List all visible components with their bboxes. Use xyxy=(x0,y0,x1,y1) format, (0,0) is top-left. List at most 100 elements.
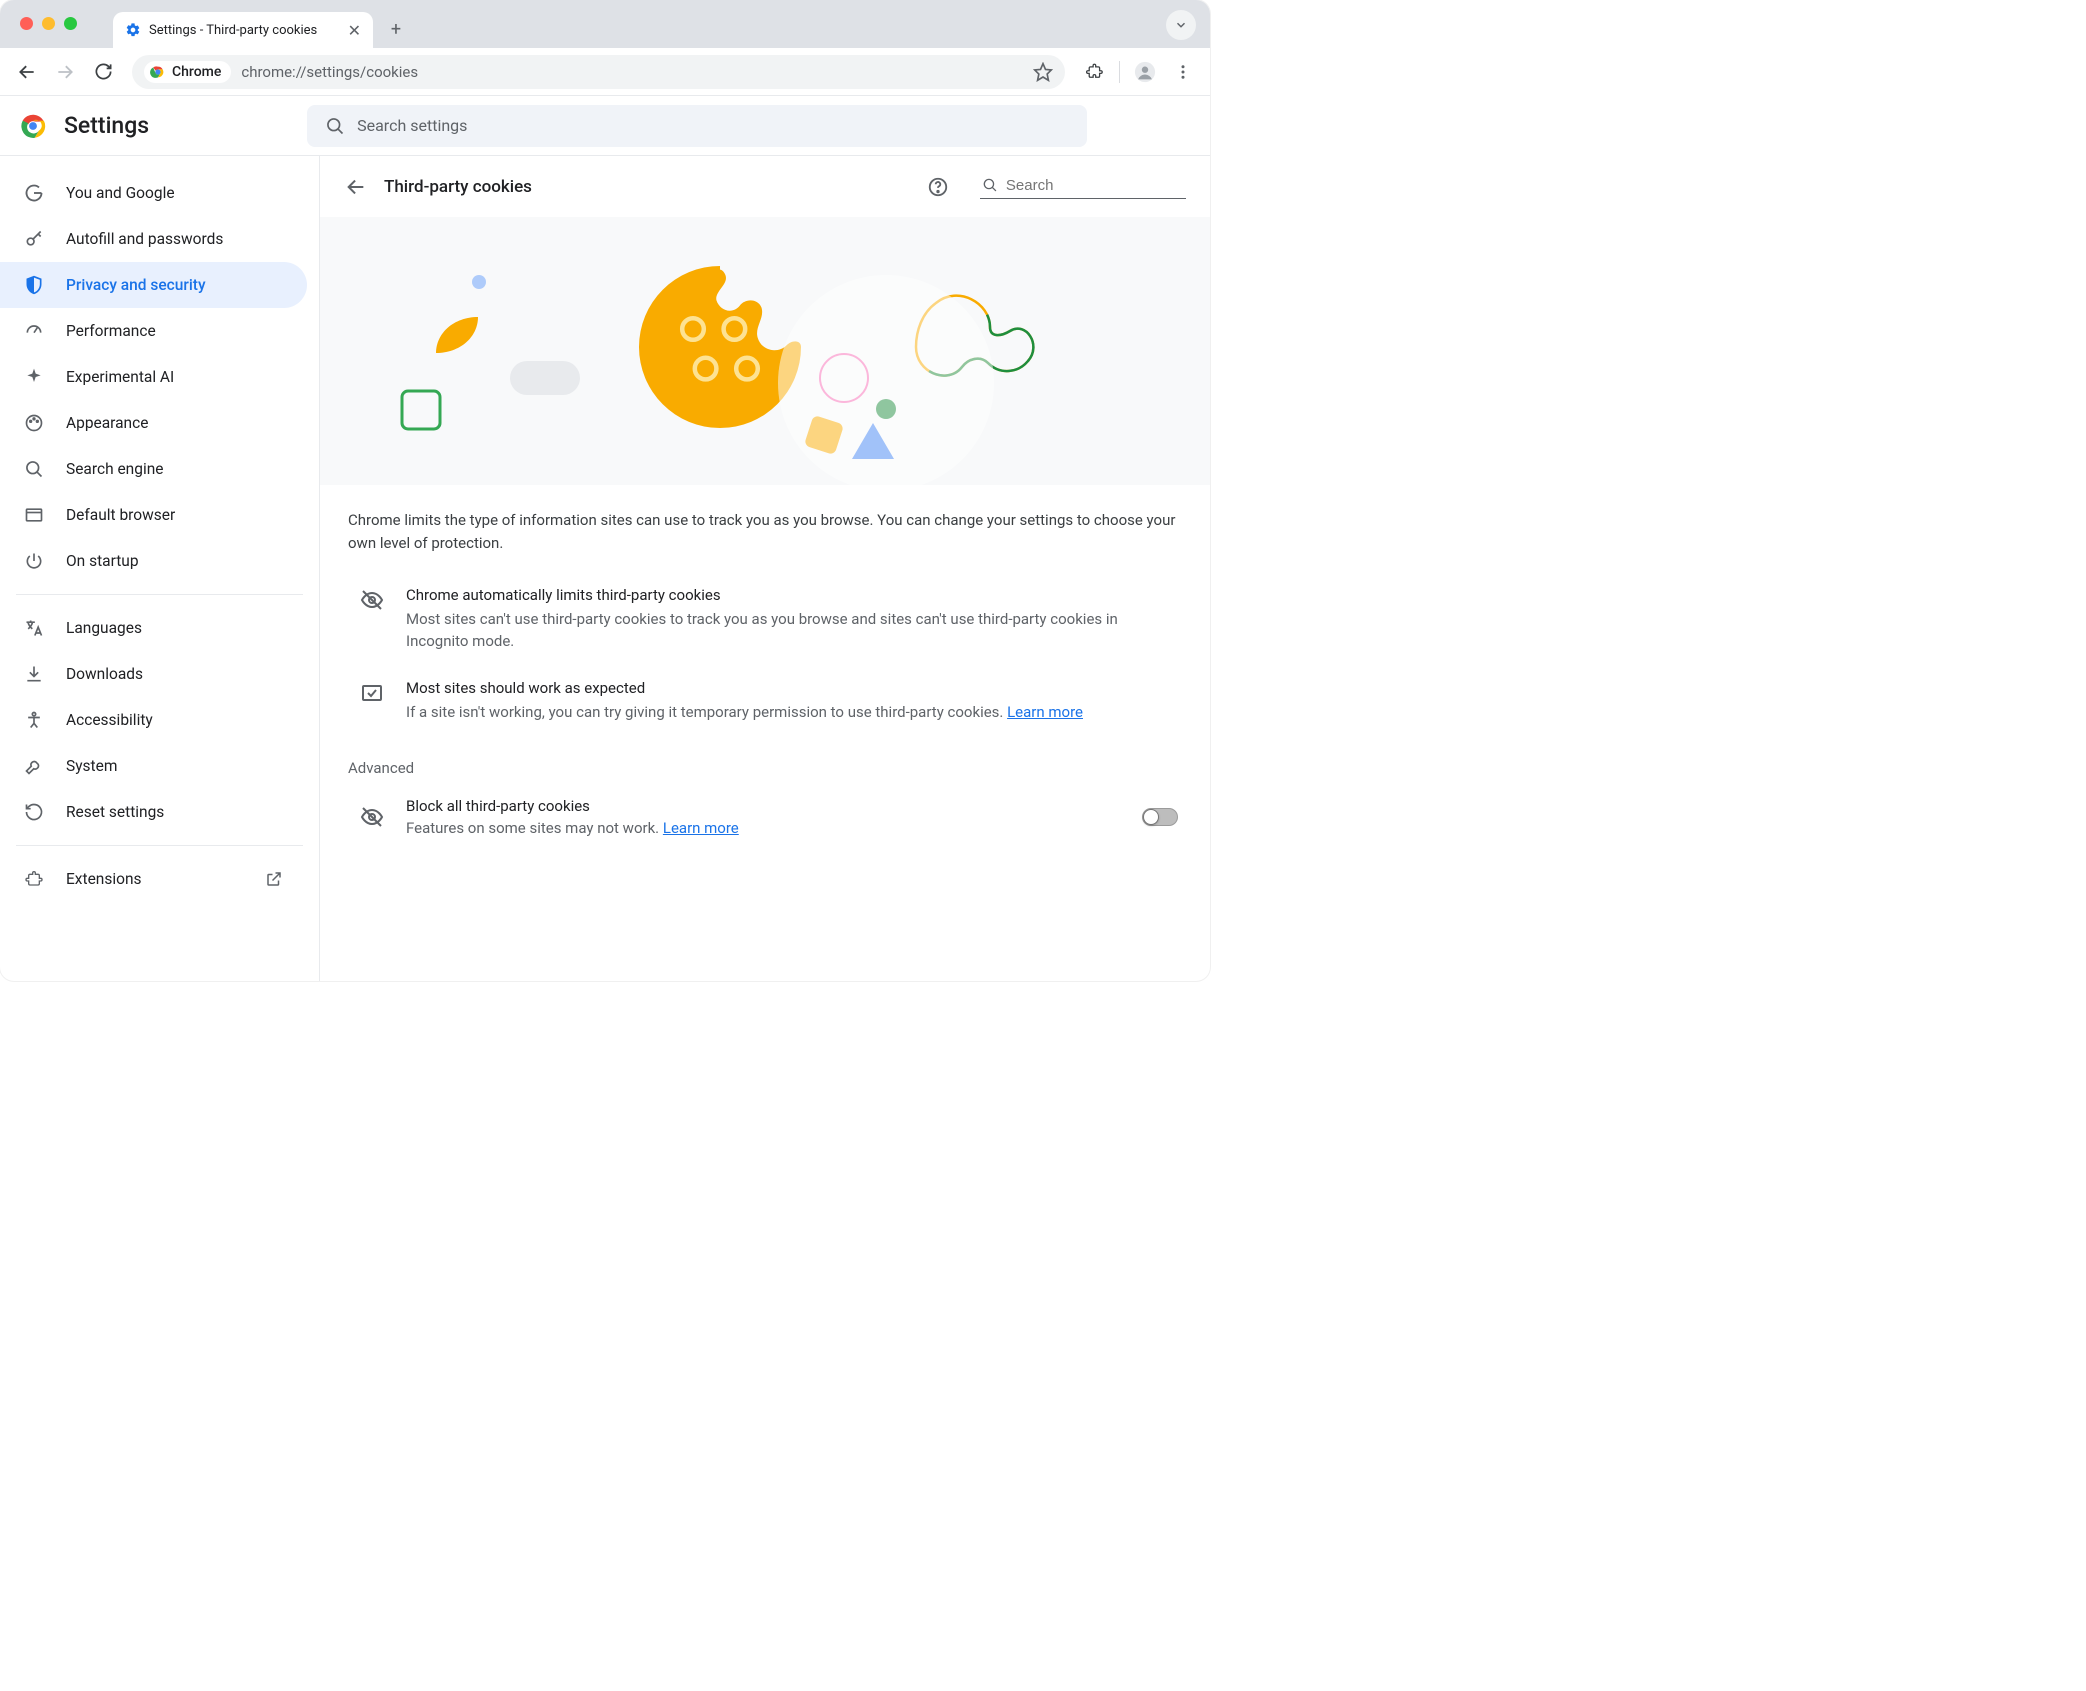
browser-toolbar: Chrome chrome://settings/cookies xyxy=(0,48,1210,96)
block-all-third-party-row: Block all third-party cookies Features o… xyxy=(348,791,1182,843)
settings-sidebar: You and Google Autofill and passwords Pr… xyxy=(0,156,320,981)
settings-header: Settings Search settings xyxy=(0,96,1210,156)
sidebar-item-accessibility[interactable]: Accessibility xyxy=(0,697,307,743)
sidebar-item-privacy-security[interactable]: Privacy and security xyxy=(0,262,307,308)
sidebar-item-label: Experimental AI xyxy=(66,368,174,386)
help-button[interactable] xyxy=(926,175,950,199)
nav-back-button[interactable] xyxy=(10,55,44,89)
tab-overflow-button[interactable] xyxy=(1166,10,1196,40)
close-tab-button[interactable]: ✕ xyxy=(348,21,361,40)
sidebar-divider xyxy=(16,845,303,846)
chip-label: Chrome xyxy=(172,64,221,80)
sidebar-item-on-startup[interactable]: On startup xyxy=(0,538,307,584)
reload-button[interactable] xyxy=(86,55,120,89)
kebab-menu-button[interactable] xyxy=(1166,55,1200,89)
sidebar-item-label: Autofill and passwords xyxy=(66,230,223,248)
settings-body: You and Google Autofill and passwords Pr… xyxy=(0,156,1210,981)
nav-forward-button[interactable] xyxy=(48,55,82,89)
chrome-logo-icon xyxy=(20,113,46,139)
sidebar-item-label: System xyxy=(66,757,117,775)
sidebar-item-extensions[interactable]: Extensions xyxy=(0,856,307,902)
sidebar-item-label: Search engine xyxy=(66,460,164,478)
back-button[interactable] xyxy=(344,175,368,199)
wrench-icon xyxy=(24,756,44,776)
info-title: Most sites should work as expected xyxy=(406,679,1083,697)
gear-icon xyxy=(125,22,141,38)
tab-title: Settings - Third-party cookies xyxy=(149,23,340,38)
speedometer-icon xyxy=(24,321,44,341)
search-placeholder: Search settings xyxy=(357,116,467,135)
accessibility-icon xyxy=(24,710,44,730)
info-title: Chrome automatically limits third-party … xyxy=(406,586,1182,604)
browser-icon xyxy=(24,505,44,525)
reset-icon xyxy=(24,802,44,822)
key-icon xyxy=(24,229,44,249)
page-content: Chrome limits the type of information si… xyxy=(320,485,1210,883)
browser-tab[interactable]: Settings - Third-party cookies ✕ xyxy=(113,12,373,48)
window-controls xyxy=(20,17,77,30)
sidebar-item-label: Languages xyxy=(66,619,142,637)
puzzle-icon xyxy=(24,869,44,889)
maximize-window-button[interactable] xyxy=(64,17,77,30)
page-header: Third-party cookies xyxy=(320,156,1210,217)
sidebar-item-experimental-ai[interactable]: Experimental AI xyxy=(0,354,307,400)
search-icon xyxy=(24,459,44,479)
url-text: chrome://settings/cookies xyxy=(241,63,418,81)
sidebar-item-label: Downloads xyxy=(66,665,143,683)
in-page-search[interactable] xyxy=(980,174,1186,199)
search-settings-input[interactable]: Search settings xyxy=(307,105,1087,147)
close-window-button[interactable] xyxy=(20,17,33,30)
toggle-title: Block all third-party cookies xyxy=(406,797,1124,815)
intro-text: Chrome limits the type of information si… xyxy=(348,509,1182,556)
info-desc: If a site isn't working, you can try giv… xyxy=(406,701,1083,724)
sparkle-icon xyxy=(24,367,44,387)
learn-more-link[interactable]: Learn more xyxy=(663,819,739,837)
shield-icon xyxy=(24,275,44,295)
app-title: Settings xyxy=(64,112,149,139)
sidebar-item-reset[interactable]: Reset settings xyxy=(0,789,307,835)
external-link-icon xyxy=(265,870,283,888)
search-icon xyxy=(325,116,345,136)
new-tab-button[interactable]: + xyxy=(381,14,411,44)
extensions-button[interactable] xyxy=(1077,55,1111,89)
in-page-search-input[interactable] xyxy=(1006,177,1186,194)
address-bar[interactable]: Chrome chrome://settings/cookies xyxy=(132,55,1065,89)
minimize-window-button[interactable] xyxy=(42,17,55,30)
sidebar-item-default-browser[interactable]: Default browser xyxy=(0,492,307,538)
info-desc: Most sites can't use third-party cookies… xyxy=(406,608,1182,653)
block-all-toggle[interactable] xyxy=(1142,808,1178,826)
sidebar-item-system[interactable]: System xyxy=(0,743,307,789)
search-icon xyxy=(982,176,998,194)
sidebar-item-search-engine[interactable]: Search engine xyxy=(0,446,307,492)
info-should-work: Most sites should work as expected If a … xyxy=(348,671,1182,742)
sidebar-item-label: Privacy and security xyxy=(66,276,206,294)
browser-window: Settings - Third-party cookies ✕ + Chrom… xyxy=(0,0,1210,981)
sidebar-item-label: On startup xyxy=(66,552,139,570)
domain-verification-icon xyxy=(360,679,388,724)
sidebar-item-you-and-google[interactable]: You and Google xyxy=(0,170,307,216)
sidebar-item-label: You and Google xyxy=(66,184,175,202)
page-title: Third-party cookies xyxy=(384,177,910,197)
visibility-off-icon xyxy=(360,586,388,653)
sidebar-item-appearance[interactable]: Appearance xyxy=(0,400,307,446)
sidebar-item-label: Appearance xyxy=(66,414,148,432)
banner-illustration xyxy=(320,217,1210,485)
profile-button[interactable] xyxy=(1128,55,1162,89)
site-chip[interactable]: Chrome xyxy=(144,61,231,83)
translate-icon xyxy=(24,618,44,638)
sidebar-item-autofill[interactable]: Autofill and passwords xyxy=(0,216,307,262)
main-panel: Third-party cookies xyxy=(320,156,1210,981)
sidebar-item-downloads[interactable]: Downloads xyxy=(0,651,307,697)
sidebar-item-performance[interactable]: Performance xyxy=(0,308,307,354)
google-g-icon xyxy=(24,183,44,203)
visibility-off-icon xyxy=(360,805,388,829)
bookmark-star-icon[interactable] xyxy=(1033,62,1053,82)
sidebar-item-languages[interactable]: Languages xyxy=(0,605,307,651)
info-auto-limit: Chrome automatically limits third-party … xyxy=(348,578,1182,671)
toolbar-divider xyxy=(1119,61,1120,83)
sidebar-item-label: Performance xyxy=(66,322,156,340)
toggle-desc: Features on some sites may not work. Lea… xyxy=(406,819,1124,837)
learn-more-link[interactable]: Learn more xyxy=(1007,703,1083,721)
sidebar-item-label: Accessibility xyxy=(66,711,153,729)
advanced-section-label: Advanced xyxy=(348,759,1182,777)
